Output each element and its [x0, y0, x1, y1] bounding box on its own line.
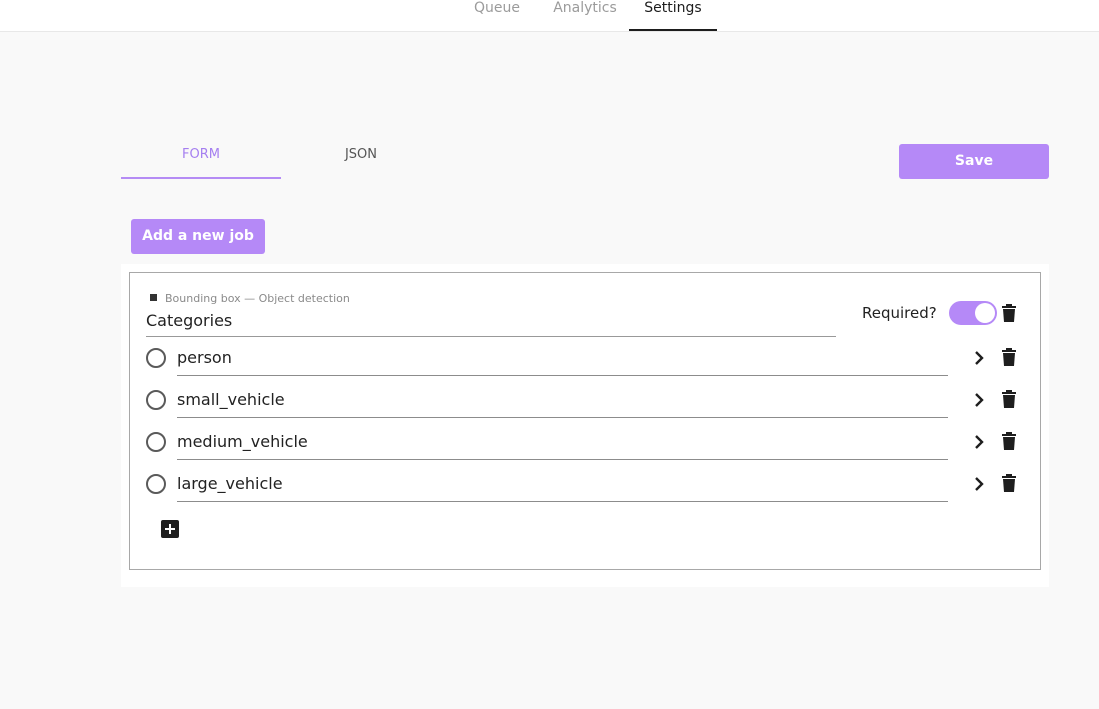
category-name-field[interactable]: small_vehicle — [177, 387, 948, 418]
tab-json[interactable]: JSON — [281, 144, 441, 179]
job-type-label: Bounding box — Object detection — [150, 292, 350, 306]
job-type-text: Bounding box — Object detection — [165, 292, 350, 305]
category-row: person — [146, 345, 1026, 381]
job-title-field[interactable]: Categories — [146, 309, 836, 337]
toggle-knob — [975, 303, 995, 323]
delete-category-trash-icon[interactable] — [1002, 348, 1016, 366]
tab-form[interactable]: FORM — [121, 144, 281, 179]
square-icon — [150, 294, 157, 301]
radio-icon[interactable] — [146, 432, 166, 452]
chevron-right-icon[interactable] — [973, 392, 985, 408]
chevron-right-icon[interactable] — [973, 476, 985, 492]
save-button[interactable]: Save — [899, 144, 1049, 179]
radio-icon[interactable] — [146, 348, 166, 368]
category-name-field[interactable]: large_vehicle — [177, 471, 948, 502]
delete-job-trash-icon[interactable] — [1002, 304, 1016, 322]
nav-tab-settings[interactable]: Settings — [629, 0, 717, 31]
radio-icon[interactable] — [146, 390, 166, 410]
category-name-field[interactable]: person — [177, 345, 948, 376]
category-name-field[interactable]: medium_vehicle — [177, 429, 948, 460]
category-row: large_vehicle — [146, 471, 1026, 507]
required-toggle[interactable] — [949, 301, 997, 325]
delete-category-trash-icon[interactable] — [1002, 390, 1016, 408]
radio-icon[interactable] — [146, 474, 166, 494]
delete-category-trash-icon[interactable] — [1002, 474, 1016, 492]
category-row: small_vehicle — [146, 387, 1026, 423]
category-row: medium_vehicle — [146, 429, 1026, 465]
top-navigation: Queue Analytics Settings — [0, 0, 1099, 32]
chevron-right-icon[interactable] — [973, 434, 985, 450]
add-category-plus-icon[interactable] — [161, 520, 179, 538]
chevron-right-icon[interactable] — [973, 350, 985, 366]
nav-tab-queue[interactable]: Queue — [466, 0, 528, 31]
add-job-button[interactable]: Add a new job — [131, 219, 265, 254]
required-label: Required? — [862, 304, 937, 322]
delete-category-trash-icon[interactable] — [1002, 432, 1016, 450]
nav-tab-analytics[interactable]: Analytics — [545, 0, 625, 31]
